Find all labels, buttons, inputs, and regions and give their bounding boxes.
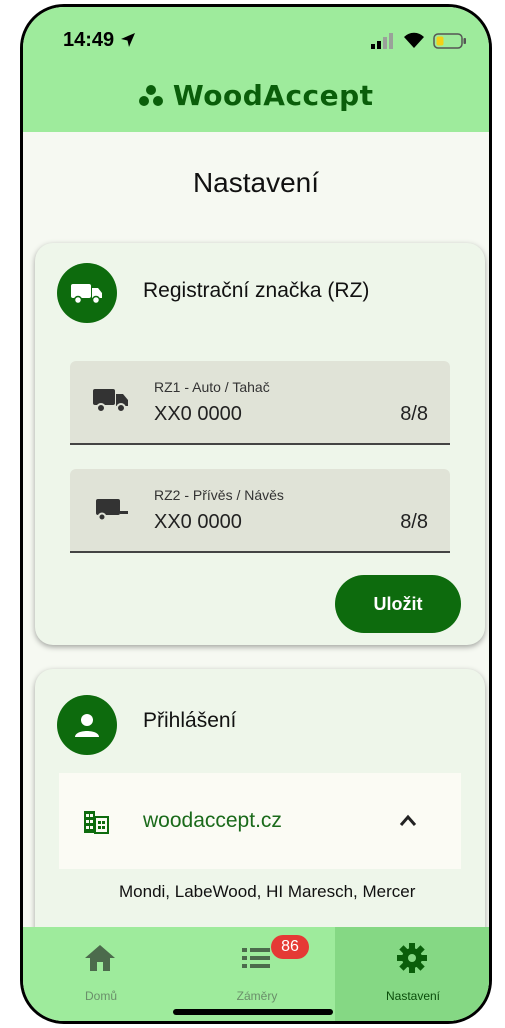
truck-avatar <box>57 263 117 323</box>
account-accordion[interactable]: woodaccept.cz <box>59 773 461 869</box>
registration-card-title: Registrační značka (RZ) <box>143 279 370 302</box>
woodaccept-logo-icon <box>139 84 164 106</box>
person-icon <box>75 714 99 737</box>
rz1-counter: 8/8 <box>400 403 428 425</box>
home-indicator[interactable] <box>173 1009 333 1015</box>
nav-settings[interactable]: Nastavení <box>335 927 489 1021</box>
home-icon <box>85 945 115 971</box>
nav-settings-label: Nastavení <box>385 989 441 1003</box>
building-icon <box>84 811 109 834</box>
login-card-title: Přihlášení <box>143 709 237 732</box>
rz1-value[interactable]: XX0 0000 <box>154 403 242 426</box>
rz2-counter: 8/8 <box>400 511 428 533</box>
signal-icon <box>371 33 393 49</box>
phone-frame: 14:49 WoodAccept Nastavení Registrační z… <box>20 4 492 1024</box>
plans-count-badge: 86 <box>271 935 309 959</box>
account-name: woodaccept.cz <box>143 809 282 832</box>
truck-icon <box>71 284 102 305</box>
page-title: Nastavení <box>192 167 320 198</box>
battery-icon <box>433 33 466 49</box>
company-list: Mondi, LabeWood, HI Maresch, Mercer <box>119 882 416 901</box>
rz1-label: RZ1 - Auto / Tahač <box>154 379 270 395</box>
user-avatar <box>57 695 117 755</box>
save-button[interactable]: Uložit <box>335 575 461 633</box>
app-header: 14:49 WoodAccept <box>23 7 489 132</box>
list-icon <box>242 948 270 968</box>
nav-plans-label: Záměry <box>236 989 278 1003</box>
truck-icon <box>93 389 128 413</box>
rz2-value[interactable]: XX0 0000 <box>154 511 242 534</box>
rz1-field[interactable]: RZ1 - Auto / Tahač XX0 0000 8/8 <box>70 361 450 445</box>
nav-home[interactable]: Domů <box>23 927 179 1021</box>
settings-icon <box>397 943 427 973</box>
rz2-field[interactable]: RZ2 - Přívěs / Návěs XX0 0000 8/8 <box>70 469 450 553</box>
location-arrow-icon <box>121 33 135 47</box>
brand-name: WoodAccept <box>172 79 374 112</box>
nav-home-label: Domů <box>84 989 117 1003</box>
trailer-icon <box>96 499 128 522</box>
brand: WoodAccept <box>23 79 489 112</box>
status-bar: 14:49 <box>23 7 489 67</box>
chevron-up-icon[interactable] <box>399 813 417 827</box>
status-time: 14:49 <box>63 29 115 51</box>
wifi-icon <box>404 32 424 48</box>
rz2-label: RZ2 - Přívěs / Návěs <box>154 487 284 503</box>
